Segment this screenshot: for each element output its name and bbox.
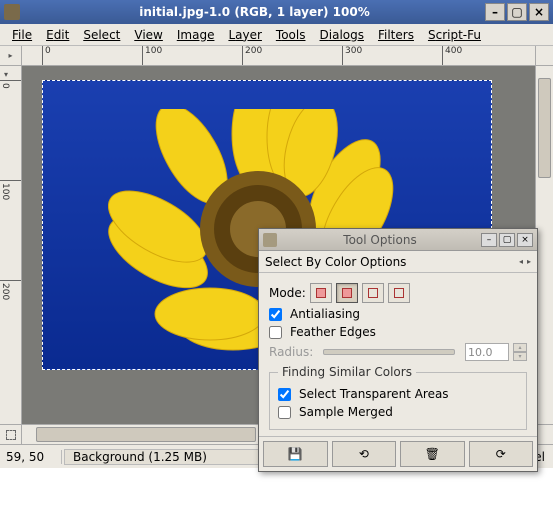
- dialog-close-button[interactable]: ×: [517, 233, 533, 247]
- mode-add-button[interactable]: [336, 283, 358, 303]
- close-button[interactable]: ×: [529, 3, 549, 21]
- ruler-vertical[interactable]: ▾ 0 100 200: [0, 66, 22, 424]
- feather-label: Feather Edges: [290, 325, 376, 339]
- ruler-horizontal[interactable]: 0 100 200 300 400: [22, 46, 535, 65]
- ruler-tick: 100: [0, 180, 21, 200]
- sample-merged-label: Sample Merged: [299, 405, 393, 419]
- dialog-title: Tool Options: [281, 233, 479, 247]
- wilber-icon: [263, 233, 277, 247]
- select-transparent-checkbox[interactable]: [278, 388, 291, 401]
- radius-slider[interactable]: [323, 349, 455, 355]
- menu-dialogs[interactable]: Dialogs: [314, 26, 370, 44]
- app-icon: [4, 4, 20, 20]
- menubar: File Edit Select View Image Layer Tools …: [0, 24, 553, 46]
- menu-select[interactable]: Select: [77, 26, 126, 44]
- ruler-corner: [535, 46, 553, 65]
- tool-options-dialog[interactable]: Tool Options – ▢ × Select By Color Optio…: [258, 228, 538, 472]
- mode-subtract-button[interactable]: [362, 283, 384, 303]
- sample-merged-checkbox[interactable]: [278, 406, 291, 419]
- ruler-tick: 400: [442, 46, 462, 65]
- spin-down-button[interactable]: ▾: [513, 352, 527, 361]
- square-icon: [342, 288, 352, 298]
- dialog-tab[interactable]: Select By Color Options: [265, 255, 519, 269]
- menu-view[interactable]: View: [128, 26, 168, 44]
- minimize-button[interactable]: –: [485, 3, 505, 21]
- quickmask-corner[interactable]: [0, 425, 22, 444]
- group-title: Finding Similar Colors: [278, 365, 416, 379]
- reset-icon: ⟳: [496, 447, 506, 461]
- triangle-right-icon: ▸: [8, 51, 12, 60]
- delete-options-button[interactable]: 🗑: [400, 441, 465, 467]
- sample-merged-row: Sample Merged: [278, 405, 518, 419]
- menu-scriptfu[interactable]: Script-Fu: [422, 26, 487, 44]
- select-transparent-label: Select Transparent Areas: [299, 387, 449, 401]
- radius-spinbox[interactable]: 10.0: [465, 343, 509, 361]
- ruler-tick: 100: [142, 46, 162, 65]
- dialog-tabrow: Select By Color Options ◂ ▸: [259, 251, 537, 273]
- menu-image[interactable]: Image: [171, 26, 221, 44]
- antialiasing-label: Antialiasing: [290, 307, 360, 321]
- radius-row: Radius: 10.0 ▴ ▾: [269, 343, 527, 361]
- square-icon: [316, 288, 326, 298]
- trash-icon: 🗑: [425, 447, 440, 461]
- mode-intersect-button[interactable]: [388, 283, 410, 303]
- ruler-tick: 300: [342, 46, 362, 65]
- cursor-position: 59, 50: [0, 450, 62, 464]
- tab-menu-left-icon[interactable]: ◂: [519, 257, 523, 266]
- menu-filters[interactable]: Filters: [372, 26, 420, 44]
- window-titlebar: initial.jpg-1.0 (RGB, 1 layer) 100% – ▢ …: [0, 0, 553, 24]
- dialog-titlebar[interactable]: Tool Options – ▢ ×: [259, 229, 537, 251]
- feather-checkbox[interactable]: [269, 326, 282, 339]
- ruler-tick: 0: [0, 80, 21, 89]
- dialog-body: Mode: Antialiasing Feather Edges Radius:…: [259, 273, 537, 436]
- ruler-tick: 200: [242, 46, 262, 65]
- ruler-tick: 200: [0, 280, 21, 300]
- mode-row: Mode:: [269, 283, 527, 303]
- dialog-maximize-button[interactable]: ▢: [499, 233, 515, 247]
- antialiasing-checkbox[interactable]: [269, 308, 282, 321]
- triangle-down-icon: ▾: [4, 70, 8, 79]
- square-icon: [368, 288, 378, 298]
- maximize-button[interactable]: ▢: [507, 3, 527, 21]
- mode-label: Mode:: [269, 286, 306, 300]
- square-icon: [394, 288, 404, 298]
- menu-layer[interactable]: Layer: [222, 26, 267, 44]
- save-options-button[interactable]: 💾: [263, 441, 328, 467]
- quickmask-toggle[interactable]: ▸: [0, 46, 22, 65]
- antialiasing-row: Antialiasing: [269, 307, 527, 321]
- menu-file[interactable]: File: [6, 26, 38, 44]
- ruler-top-row: ▸ 0 100 200 300 400: [0, 46, 553, 66]
- floppy-icon: 💾: [288, 447, 303, 461]
- spin-up-button[interactable]: ▴: [513, 343, 527, 352]
- dialog-footer: 💾 ⟲ 🗑 ⟳: [259, 436, 537, 471]
- dialog-minimize-button[interactable]: –: [481, 233, 497, 247]
- menu-tools[interactable]: Tools: [270, 26, 312, 44]
- scrollbar-thumb[interactable]: [36, 427, 256, 442]
- mode-replace-button[interactable]: [310, 283, 332, 303]
- window-title: initial.jpg-1.0 (RGB, 1 layer) 100%: [26, 5, 483, 19]
- feather-row: Feather Edges: [269, 325, 527, 339]
- ruler-tick: 0: [42, 46, 51, 65]
- selection-icon: [6, 430, 16, 440]
- similar-colors-group: Finding Similar Colors Select Transparen…: [269, 365, 527, 430]
- reset-options-button[interactable]: ⟳: [469, 441, 534, 467]
- radius-label: Radius:: [269, 345, 313, 359]
- select-transparent-row: Select Transparent Areas: [278, 387, 518, 401]
- radius-spin-buttons: ▴ ▾: [513, 343, 527, 361]
- revert-icon: ⟲: [359, 447, 369, 461]
- menu-edit[interactable]: Edit: [40, 26, 75, 44]
- restore-options-button[interactable]: ⟲: [332, 441, 397, 467]
- tab-menu-right-icon[interactable]: ▸: [527, 257, 531, 266]
- scrollbar-thumb[interactable]: [538, 78, 551, 178]
